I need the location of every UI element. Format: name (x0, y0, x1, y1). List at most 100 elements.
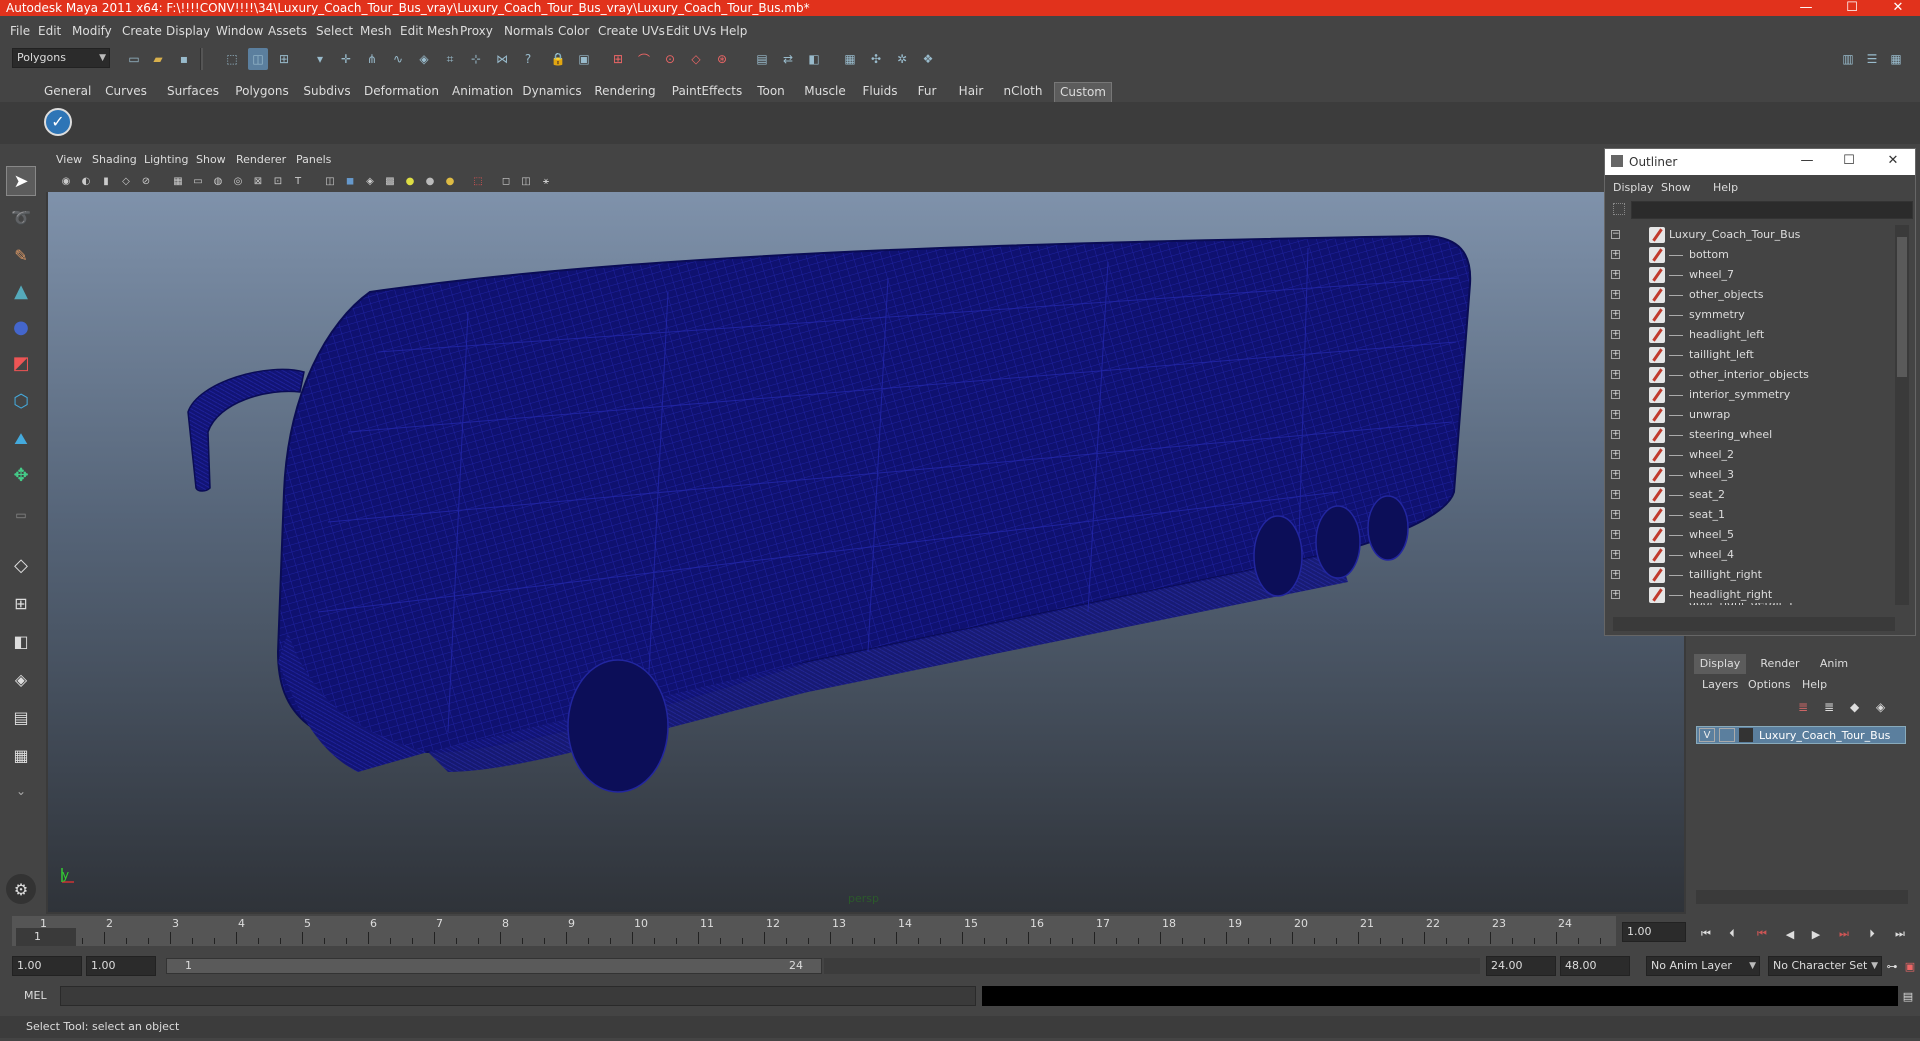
layer-menu-help[interactable]: Help (1802, 678, 1827, 691)
render-settings-icon[interactable]: ✲ (892, 48, 912, 70)
select-hierarchy-icon[interactable]: ⬚ (222, 48, 242, 70)
time-slider[interactable]: 1 2 3 4 5 6 7 8 9 10 11 12 13 14 15 16 17 18 19 20 21 22 23 24 … (12, 916, 1616, 946)
list-item[interactable]: + taillight_left (1605, 345, 1895, 365)
hypershade-layout-icon[interactable]: ▤ (6, 702, 36, 732)
select-deformer-icon[interactable]: ⌗ (440, 48, 460, 70)
select-joint-icon[interactable]: ⋔ (362, 48, 382, 70)
expand-icon[interactable]: + (1611, 310, 1620, 319)
shadows-icon[interactable]: ● (442, 173, 458, 189)
outliner-menu-display[interactable]: Display (1613, 181, 1654, 194)
select-dynamic-icon[interactable]: ⊹ (466, 48, 486, 70)
list-item[interactable]: + other_objects (1605, 285, 1895, 305)
filter-icon[interactable] (1613, 203, 1625, 215)
four-view-layout-icon[interactable]: ⊞ (6, 588, 36, 618)
grid-icon[interactable]: ▦ (170, 173, 186, 189)
menu-window[interactable]: Window (216, 24, 263, 38)
snap-curve-icon[interactable]: ⌒ (634, 48, 654, 70)
make-live-icon[interactable]: ⊛ (712, 48, 732, 70)
menu-display[interactable]: Display (166, 24, 210, 38)
select-surface-icon[interactable]: ◈ (414, 48, 434, 70)
script-editor-icon[interactable]: ▤ (1898, 986, 1918, 1006)
select-render-icon[interactable]: ⋈ (492, 48, 512, 70)
vp-menu-shading[interactable]: Shading (92, 153, 137, 166)
vp-menu-renderer[interactable]: Renderer (236, 153, 286, 166)
shelf-tab-hair[interactable]: Hair (954, 82, 988, 101)
camera-lock-icon[interactable]: ◐ (78, 173, 94, 189)
playback-end-field[interactable]: 24.00 (1486, 956, 1556, 976)
perspective-view[interactable]: y persp (48, 192, 1684, 912)
new-scene-icon[interactable]: ▭ (124, 48, 144, 70)
shelf-tab-muscle[interactable]: Muscle (802, 82, 848, 101)
menu-create[interactable]: Create (122, 24, 162, 38)
vp-menu-panels[interactable]: Panels (296, 153, 331, 166)
list-item[interactable]: + wheel_5 (1605, 525, 1895, 545)
vp-menu-lighting[interactable]: Lighting (144, 153, 188, 166)
expand-icon[interactable]: + (1611, 590, 1620, 599)
close-icon[interactable]: ✕ (1881, 153, 1905, 168)
expand-icon[interactable]: + (1611, 550, 1620, 559)
step-forward-frame-icon[interactable]: ⏵ (1862, 924, 1882, 944)
isolate-select-icon[interactable]: ⬚ (470, 173, 486, 189)
shelf-tab-custom[interactable]: Custom (1054, 82, 1112, 102)
new-layer-icon[interactable]: ◆ (1850, 700, 1859, 714)
menu-mesh[interactable]: Mesh (360, 24, 392, 38)
render-frame-icon[interactable]: ▦ (840, 48, 860, 70)
go-to-end-icon[interactable]: ⏭ (1890, 924, 1910, 944)
start-time-field[interactable]: 1.00 (12, 956, 82, 976)
list-item[interactable]: + headlight_left (1605, 325, 1895, 345)
film-gate-icon[interactable]: ▭ (190, 173, 206, 189)
menu-modify[interactable]: Modify (72, 24, 112, 38)
expand-icon[interactable]: + (1611, 410, 1620, 419)
list-item[interactable]: + wheel_2 (1605, 445, 1895, 465)
soft-modification-icon[interactable]: ⛰ (6, 424, 36, 454)
expand-icon[interactable]: + (1611, 450, 1620, 459)
textured-icon[interactable]: ▩ (382, 173, 398, 189)
shelf-tab-animation[interactable]: Animation (452, 82, 513, 101)
list-item[interactable]: + bottom (1605, 245, 1895, 265)
outliner-menu-help[interactable]: Help (1713, 181, 1738, 194)
open-scene-icon[interactable]: ▰ (148, 48, 168, 70)
hypershade-icon[interactable]: ❖ (918, 48, 938, 70)
menu-normals[interactable]: Normals (504, 24, 554, 38)
layer-menu-options[interactable]: Options (1748, 678, 1790, 691)
list-item[interactable]: + wheel_4 (1605, 545, 1895, 565)
expand-icon[interactable]: + (1611, 350, 1620, 359)
shelf-tab-polygons[interactable]: Polygons (234, 82, 290, 101)
wireframe-icon[interactable]: ◫ (322, 173, 338, 189)
layout-options-icon[interactable]: ⌄ (6, 776, 36, 806)
command-input[interactable] (60, 986, 976, 1006)
shelf-tab-toon[interactable]: Toon (754, 82, 788, 101)
select-component-icon[interactable]: ⊞ (274, 48, 294, 70)
toggle-attribute-editor-icon[interactable]: ▥ (1838, 48, 1858, 70)
show-manipulator-icon[interactable]: ✥ (6, 460, 36, 490)
step-back-frame-icon[interactable]: ⏴ (1722, 924, 1742, 944)
layer-tab-render[interactable]: Render (1754, 654, 1806, 674)
smooth-shade-icon[interactable]: ◼ (342, 173, 358, 189)
new-layer-selected-icon[interactable]: ◈ (1876, 700, 1885, 714)
list-item[interactable]: + other_interior_objects (1605, 365, 1895, 385)
paint-select-tool-icon[interactable]: ✎ (6, 240, 36, 270)
outliner-filter-field[interactable] (1631, 201, 1913, 219)
expand-icon[interactable]: + (1611, 390, 1620, 399)
expand-icon[interactable]: + (1611, 290, 1620, 299)
expand-icon[interactable]: + (1611, 470, 1620, 479)
expand-icon[interactable]: + (1611, 430, 1620, 439)
list-item[interactable]: + wheel_7 (1605, 265, 1895, 285)
collapse-icon[interactable]: − (1611, 230, 1620, 239)
list-item[interactable]: + wheel_3 (1605, 465, 1895, 485)
menu-edit-mesh[interactable]: Edit Mesh (400, 24, 459, 38)
scale-tool-icon[interactable]: ◩ (6, 348, 36, 378)
select-tool-icon[interactable]: ➤ (6, 166, 36, 196)
camera-attributes-icon[interactable]: ◉ (58, 173, 74, 189)
check-icon[interactable]: ✓ (44, 108, 72, 136)
image-plane-icon[interactable]: ◇ (118, 173, 134, 189)
snap-point-icon[interactable]: ⊙ (660, 48, 680, 70)
outliner-scrollbar-vertical[interactable] (1895, 225, 1909, 605)
safe-title-icon[interactable]: T (290, 173, 306, 189)
menu-assets[interactable]: Assets (268, 24, 307, 38)
tool-settings-icon[interactable]: ⚙ (6, 874, 36, 904)
render-view-icon[interactable]: ◧ (804, 48, 824, 70)
shelf-tab-general[interactable]: General (44, 82, 91, 101)
last-tool-icon[interactable]: ▭ (6, 500, 36, 530)
animation-preferences-icon[interactable]: ▣ (1900, 956, 1920, 976)
